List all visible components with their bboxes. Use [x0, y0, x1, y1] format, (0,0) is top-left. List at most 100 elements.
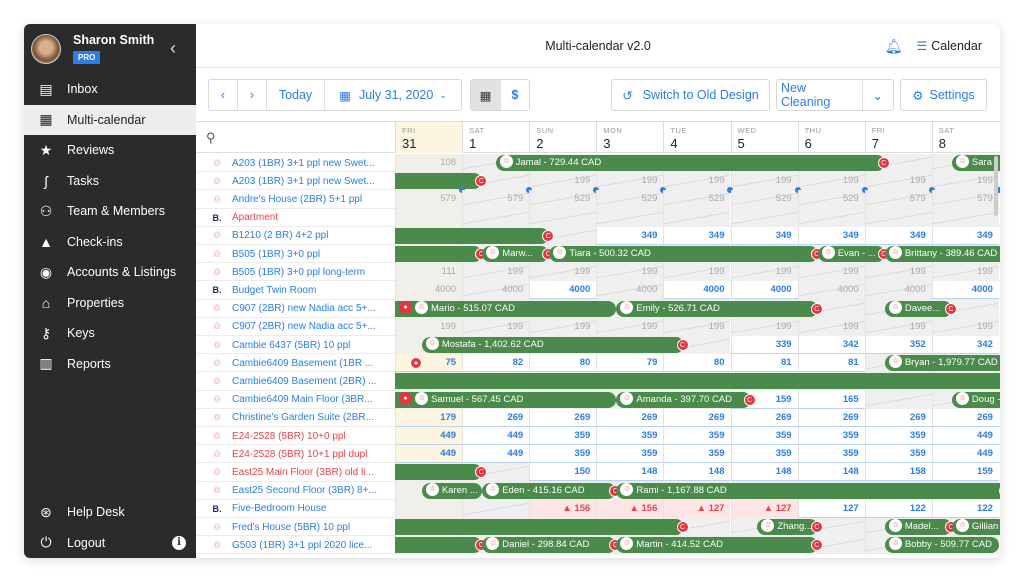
reservation-bar[interactable]: ♲ Jamal - 729.44 CAD [495, 155, 885, 171]
calendar-cell[interactable]: 449 [931, 445, 999, 464]
listing-label[interactable]: B. Apartment [196, 209, 396, 227]
calendar-cell[interactable]: 529 [730, 187, 801, 209]
reservation-bar[interactable]: ♲ Bryan - 1,979.77 CAD [884, 355, 1000, 372]
listing-label[interactable]: ♲ C907 (2BR) new Nadia acc 5+... [196, 300, 396, 318]
calendar-cell[interactable]: 158 [864, 463, 932, 482]
calendar-cell[interactable]: 199 [663, 317, 731, 336]
reservation-bar[interactable]: ♲ Rami - 1,167.88 CAD [616, 482, 1000, 499]
calendar-cell[interactable]: 339 [730, 336, 798, 354]
listing-label[interactable]: ♲ C907 (2BR) new Nadia acc 5+... [196, 318, 396, 336]
listing-label[interactable]: ♲ B505 (1BR) 3+0 ppl long-term [196, 263, 396, 281]
info-icon[interactable]: i [172, 535, 186, 550]
reservation-bar[interactable]: ♲ Karen ... [421, 482, 483, 499]
calendar-cell[interactable]: 81 [730, 354, 798, 373]
search-icon[interactable]: ⚲ [206, 130, 216, 146]
calendar-cell[interactable]: 4000 [462, 281, 530, 300]
sidebar-item-multi-calendar[interactable]: ▦ Multi-calendar [24, 104, 196, 135]
calendar-cell[interactable]: 529 [797, 187, 868, 209]
calendar-cell[interactable]: 81 [797, 354, 865, 373]
calendar-cell[interactable]: 111 [395, 263, 463, 282]
calendar-cell[interactable]: 349 [931, 226, 999, 245]
calendar-cell[interactable] [462, 208, 530, 227]
calendar-cell[interactable]: 4000 [730, 281, 798, 300]
calendar-cell[interactable]: 359 [864, 427, 932, 445]
reservation-bar[interactable]: ♲ Davee... [884, 300, 952, 317]
next-button[interactable]: › [238, 80, 267, 110]
reservation-bar[interactable]: ● ♲ Samuel - 567.45 CAD [395, 391, 617, 408]
calendar-cell[interactable]: 359 [730, 445, 798, 464]
calendar-cell[interactable]: 165 [797, 390, 865, 409]
calendar-cell[interactable]: 199 [596, 263, 664, 282]
listing-label[interactable]: B. Five-Bedroom House [196, 500, 396, 518]
calendar-cell[interactable]: 269 [864, 408, 932, 427]
reservation-bar[interactable]: ♲ Marw... [482, 246, 550, 262]
calendar-cell[interactable]: 4000 [596, 281, 664, 300]
calendar-cell[interactable]: 269 [730, 408, 798, 427]
reservation-bar[interactable]: ♲ Evan - ... [817, 246, 885, 262]
calendar-cell[interactable]: 349 [864, 226, 932, 245]
calendar-cell[interactable]: 269 [663, 408, 731, 427]
calendar-cell[interactable]: 159 [931, 463, 999, 482]
date-picker[interactable]: ▦ July 31, 2020 ⌄ [325, 80, 461, 110]
calendar-cell[interactable]: 150 [529, 463, 597, 482]
calendar-cell[interactable]: 199 [730, 317, 798, 336]
calendar-cell[interactable]: 342 [931, 336, 999, 354]
vertical-scrollbar[interactable] [994, 156, 998, 216]
reservation-bar[interactable]: ♲Sara - ... [951, 155, 1000, 171]
calendar-cell[interactable]: 148 [797, 463, 865, 482]
sidebar-item-inbox[interactable]: ▤ Inbox [24, 74, 196, 105]
calendar-cell[interactable]: 359 [663, 445, 731, 464]
reservation-bar[interactable]: ♲ Tiara - 500.32 CAD [549, 246, 818, 262]
sidebar-item-keys[interactable]: ⚷ Keys [24, 318, 196, 349]
reservation-bar[interactable]: ♲ Amanda - 397.70 CAD [616, 391, 751, 408]
sidebar-item-tasks[interactable]: ʃ Tasks [24, 166, 196, 197]
calendar-cell[interactable]: 4000 [797, 281, 865, 300]
calendar-cell[interactable]: 579 [864, 187, 935, 209]
listing-label[interactable]: ♲ B505 (1BR) 3+0 ppl [196, 245, 396, 263]
reservation-bar[interactable]: ♲ Bobby - 509.77 CAD [884, 537, 999, 554]
listing-label[interactable]: ♲ E24-2528 (5BR) 10+0 ppl [196, 427, 396, 445]
calendar-cell[interactable]: 269 [462, 408, 530, 427]
calendar-cell[interactable]: 349 [730, 226, 798, 245]
listing-label[interactable]: ♲ Fred's House (5BR) 10 ppl [196, 518, 396, 536]
listing-label[interactable]: ♲ A203 (1BR) 3+1 ppl new Swet... [196, 172, 396, 190]
calendar-cell[interactable]: 4000 [864, 281, 932, 300]
reservation-bar[interactable]: ● ♲ Mario - 515.07 CAD [395, 300, 617, 317]
sidebar-item-help-desk[interactable]: ⊛ Help Desk [24, 497, 196, 528]
calendar-cell[interactable]: 359 [529, 445, 597, 464]
collapse-sidebar-icon[interactable]: ‹ [170, 38, 176, 59]
calendar-cell[interactable]: 199 [663, 172, 731, 191]
calendar-cell[interactable]: ▲ 127 [663, 499, 731, 518]
calendar-cell[interactable]: 269 [797, 408, 865, 427]
reservation-bar[interactable] [395, 519, 684, 535]
calendar-cell[interactable] [395, 208, 463, 227]
calendar-cell[interactable]: 359 [797, 445, 865, 464]
calendar-cell[interactable]: 359 [596, 427, 664, 445]
reservation-bar[interactable]: ♲ Eden - 415.16 CAD [482, 482, 617, 499]
calendar-cell[interactable] [730, 208, 798, 227]
calendar-cell[interactable]: 122 [931, 499, 999, 518]
listing-label[interactable]: ♲ East25 Second Floor (3BR) 8+... [196, 482, 396, 500]
calendar-cell[interactable] [663, 208, 731, 227]
calendar-cell[interactable]: 179 [395, 408, 463, 427]
calendar-cell[interactable]: 342 [797, 336, 865, 354]
calendar-cell[interactable]: ▲ 156 [529, 499, 597, 518]
new-cleaning-button[interactable]: New Cleaning [777, 80, 863, 110]
calendar-cell[interactable]: 449 [395, 427, 463, 445]
calendar-cell[interactable]: 269 [596, 408, 664, 427]
calendar-cell[interactable]: 529 [663, 187, 734, 209]
calendar-cell[interactable] [931, 208, 999, 227]
calendar-cell[interactable]: 359 [596, 445, 664, 464]
listing-label[interactable]: ♲ G503 (1BR) 3+1 ppl 2020 lice... [196, 536, 396, 554]
calendar-cell[interactable]: 359 [797, 427, 865, 445]
switch-old-design-button[interactable]: ↺ Switch to Old Design [612, 80, 769, 110]
calendar-cell[interactable]: 79 [596, 354, 664, 373]
calendar-cell[interactable]: 148 [730, 463, 798, 482]
calendar-cell[interactable] [797, 208, 865, 227]
sidebar-item-reports[interactable]: ▥ Reports [24, 349, 196, 380]
calendar-cell[interactable]: 199 [529, 172, 597, 191]
sidebar-item-reviews[interactable]: ★ Reviews [24, 135, 196, 166]
calendar-cell[interactable]: 199 [864, 172, 932, 191]
sidebar-item-check-ins[interactable]: ▲ Check-ins [24, 227, 196, 258]
calendar-cell[interactable]: 449 [395, 445, 463, 464]
